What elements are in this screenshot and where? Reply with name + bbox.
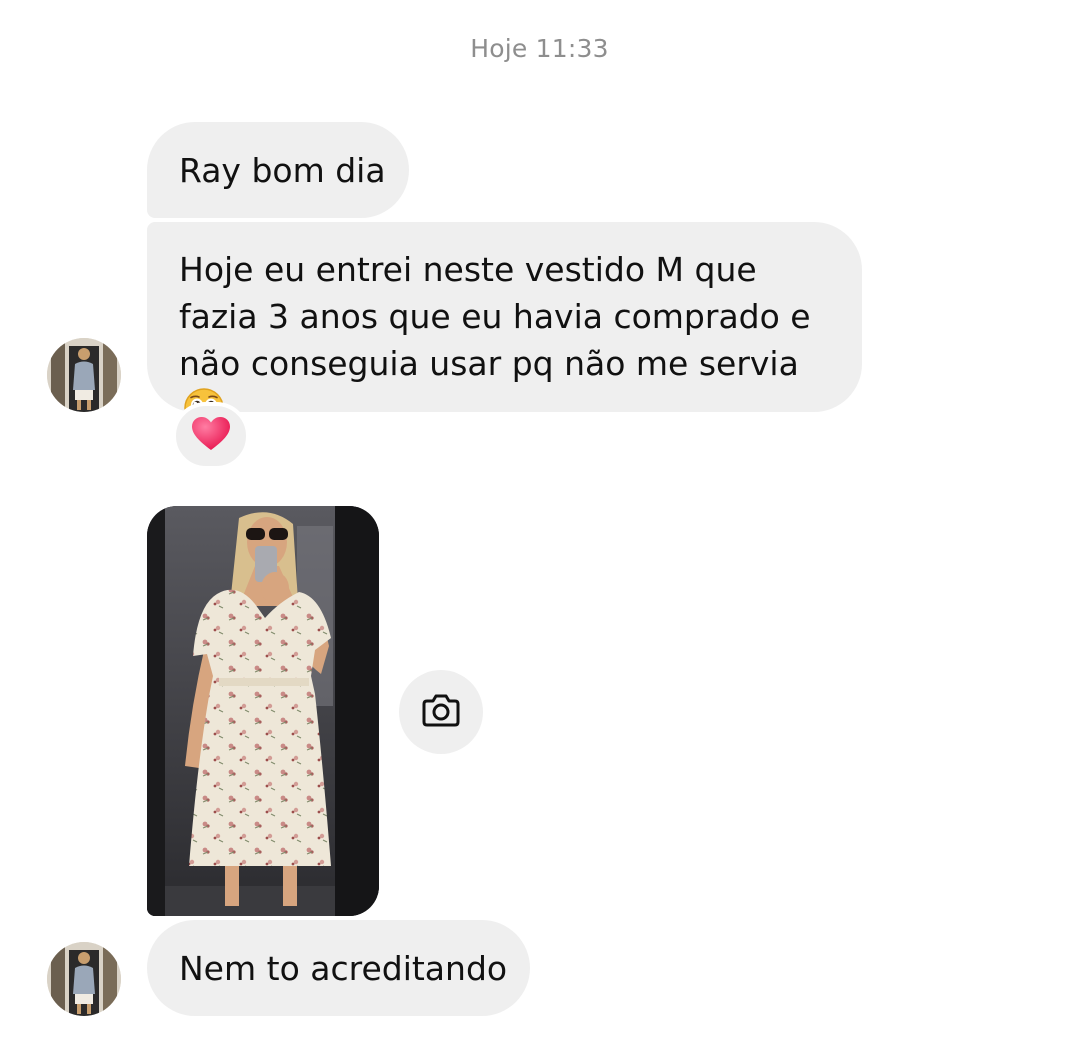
message-bubble[interactable]: Nem to acreditando: [147, 920, 530, 1016]
message-timestamp: Hoje 11:33: [470, 34, 609, 63]
message-bubble[interactable]: Hoje eu entrei neste vestido M que fazia…: [147, 222, 862, 428]
chat-thread: Hoje 11:33 Ray bom dia Hoje eu entrei ne…: [0, 0, 1079, 1040]
camera-icon: [421, 692, 461, 732]
message-text: Ray bom dia: [179, 151, 386, 190]
message-bubble[interactable]: Ray bom dia: [147, 122, 409, 218]
reaction-badge[interactable]: [172, 402, 250, 470]
avatar[interactable]: [47, 942, 121, 1016]
red-heart-icon: [191, 416, 231, 456]
camera-button[interactable]: [399, 670, 483, 754]
photo-message[interactable]: [147, 506, 379, 916]
message-text: Hoje eu entrei neste vestido M que fazia…: [179, 250, 811, 383]
avatar[interactable]: [47, 338, 121, 412]
message-text: Nem to acreditando: [179, 949, 508, 988]
